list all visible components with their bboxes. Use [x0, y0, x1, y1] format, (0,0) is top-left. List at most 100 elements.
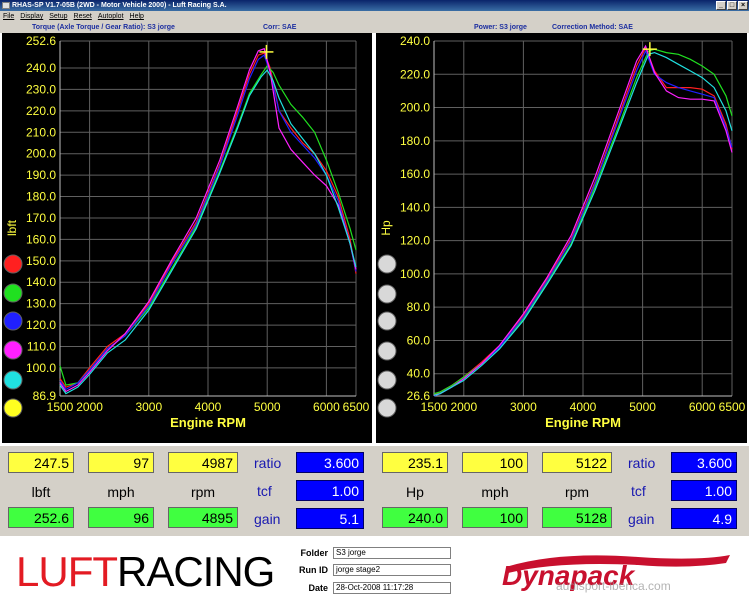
series-toggle-knob[interactable] — [3, 311, 23, 331]
menu-display[interactable]: Display — [20, 11, 43, 22]
y-tick-label: 110.0 — [27, 340, 56, 354]
gain-label: gain — [628, 511, 655, 527]
y-tick-label: 240.0 — [26, 61, 56, 75]
rpm-peak-value: 4895 — [168, 507, 238, 528]
luft-racing-logo: LUFTRACING — [16, 548, 275, 595]
speed-current-value: 97 — [88, 452, 154, 473]
rpm-current-value: 5122 — [542, 452, 612, 473]
y-tick-label: 170.0 — [26, 211, 56, 225]
x-tick-label: 6000 — [689, 400, 716, 414]
window-title: RHAS-SP V1.7-05B (2WD - Motor Vehicle 20… — [12, 2, 227, 9]
torque-graph-panel[interactable]: 1500 2000 3000 4000 5000 6000 6500 86.9 100.0 110… — [2, 33, 372, 443]
y-tick-label: 210.0 — [26, 125, 56, 139]
series-toggle-knob[interactable] — [3, 254, 23, 274]
torque-chart[interactable]: 1500 2000 3000 4000 5000 6000 650086.9100.0110… — [2, 33, 372, 443]
y-tick-label: 220.0 — [400, 67, 430, 81]
torque-readout-panel: 247.5 97 4987 lbft mph rpm 252.6 96 4895… — [0, 446, 374, 536]
ratio-input[interactable]: 3.600 — [296, 452, 364, 473]
y-tick-label: 160.0 — [400, 167, 430, 181]
minimize-button[interactable]: _ — [716, 1, 726, 10]
x-tick-label: 4000 — [570, 400, 597, 414]
speed-unit-label: mph — [107, 484, 135, 500]
logo-racing-text: RACING — [117, 548, 275, 595]
series-toggle-knob[interactable] — [3, 283, 23, 303]
rpm-current-value: 4987 — [168, 452, 238, 473]
series-toggle-knob[interactable] — [377, 398, 397, 418]
power-unit-label: Hp — [406, 484, 424, 500]
run-id-field: jorge stage2 — [333, 564, 451, 576]
y-tick-label: 60.0 — [407, 333, 431, 347]
tcf-label: tcf — [257, 483, 272, 499]
series-toggle-knob[interactable] — [377, 311, 397, 331]
speed-peak-value: 100 — [462, 507, 528, 528]
y-tick-label: 150.0 — [26, 254, 56, 268]
dynapack-logo: Dynapack audisport-iberica.com — [502, 555, 730, 593]
menu-autoplot[interactable]: Autoplot — [98, 11, 124, 22]
power-graph-panel[interactable]: 1500 2000 3000 4000 5000 6000 6500 26.6 40.0 60.0… — [376, 33, 747, 443]
torque-current-value: 247.5 — [8, 452, 74, 473]
x-tick-label: 6000 — [313, 400, 340, 414]
y-tick-label: 190.0 — [26, 168, 56, 182]
gain-input[interactable]: 4.9 — [671, 508, 737, 529]
x-tick-label: 6500 — [719, 400, 746, 414]
menu-reset[interactable]: Reset — [74, 11, 92, 22]
menu-file[interactable]: File — [3, 11, 14, 22]
rpm-unit-label: rpm — [190, 484, 216, 500]
y-tick-label: 80.0 — [407, 300, 431, 314]
ratio-label: ratio — [628, 455, 656, 471]
torque-chart-title: Torque (Axle Torque / Gear Ratio): S3 jo… — [32, 24, 175, 31]
date-field: 28-Oct-2008 11:17:28 — [333, 582, 451, 594]
footer: LUFTRACING Folder S3 jorge Run ID jorge … — [0, 539, 749, 600]
power-current-value: 235.1 — [382, 452, 448, 473]
tcf-input[interactable]: 1.00 — [671, 480, 737, 501]
power-chart-header: Power: S3 jorge Correction Method: SAE — [374, 22, 749, 33]
series-toggle-knob[interactable] — [377, 254, 397, 274]
y-tick-label: 200.0 — [400, 101, 430, 115]
y-tick-label: 40.0 — [407, 367, 431, 381]
maximize-button[interactable]: □ — [727, 1, 737, 10]
menu-bar: File Display Setup Reset Autoplot Help — [0, 11, 749, 22]
tcf-label: tcf — [631, 483, 646, 499]
series-toggle-knob[interactable] — [377, 341, 397, 361]
y-tick-label: 220.0 — [26, 104, 56, 118]
torque-unit-label: lbft — [31, 484, 51, 500]
y-tick-label: 140.0 — [26, 275, 56, 289]
ratio-label: ratio — [254, 455, 282, 471]
logo-luft-text: LUFT — [16, 548, 118, 595]
power-chart[interactable]: 1500 2000 3000 4000 5000 6000 650026.640.060.0… — [376, 33, 747, 443]
power-readout-panel: 235.1 100 5122 Hp mph rpm 240.0 100 5128… — [374, 446, 749, 536]
x-tick-label: 5000 — [254, 400, 281, 414]
power-chart-title: Power: S3 jorge — [474, 24, 527, 31]
y-tick-label: 26.6 — [407, 389, 431, 403]
y-tick-label: 200.0 — [26, 147, 56, 161]
series-toggle-knob[interactable] — [3, 398, 23, 418]
y-tick-label: 140.0 — [400, 200, 430, 214]
app-icon — [2, 2, 10, 9]
series-toggle-knob[interactable] — [377, 370, 397, 390]
tcf-input[interactable]: 1.00 — [296, 480, 364, 501]
x-tick-label: 6500 — [343, 400, 370, 414]
x-axis-label: Engine RPM — [170, 415, 246, 430]
close-button[interactable]: × — [738, 1, 748, 10]
folder-field: S3 jorge — [333, 547, 451, 559]
gain-label: gain — [254, 511, 281, 527]
gain-input[interactable]: 5.1 — [296, 508, 364, 529]
y-tick-label: 130.0 — [26, 297, 56, 311]
y-tick-label: 120.0 — [26, 318, 56, 332]
y-tick-label: 180.0 — [26, 190, 56, 204]
watermark-text: audisport-iberica.com — [556, 579, 671, 593]
y-tick-label: 100.0 — [26, 361, 56, 375]
series-toggle-knob[interactable] — [377, 284, 397, 304]
speed-unit-label: mph — [481, 484, 509, 500]
power-corr-label: Correction Method: SAE — [552, 24, 633, 31]
run-id-label: Run ID — [299, 565, 328, 575]
torque-corr-label: Corr: SAE — [263, 24, 297, 31]
power-peak-value: 240.0 — [382, 507, 448, 528]
series-toggle-knob[interactable] — [3, 340, 23, 360]
series-toggle-knob[interactable] — [3, 370, 23, 390]
menu-help[interactable]: Help — [130, 11, 144, 22]
ratio-input[interactable]: 3.600 — [671, 452, 737, 473]
y-tick-label: 252.6 — [26, 34, 56, 48]
menu-setup[interactable]: Setup — [49, 11, 67, 22]
y-axis-label: lbft — [5, 219, 19, 236]
